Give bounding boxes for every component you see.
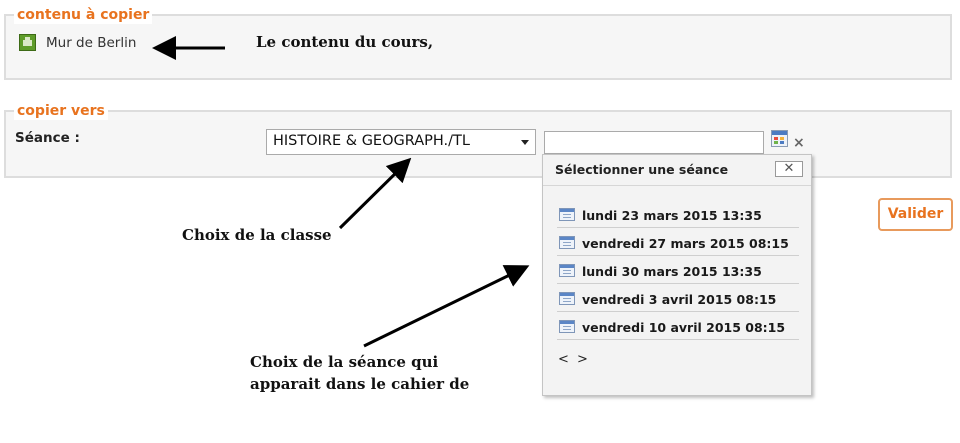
arrow-to-class-select [338, 157, 412, 230]
annotation-arrows [152, 36, 530, 348]
arrow-to-session-list [363, 265, 530, 348]
